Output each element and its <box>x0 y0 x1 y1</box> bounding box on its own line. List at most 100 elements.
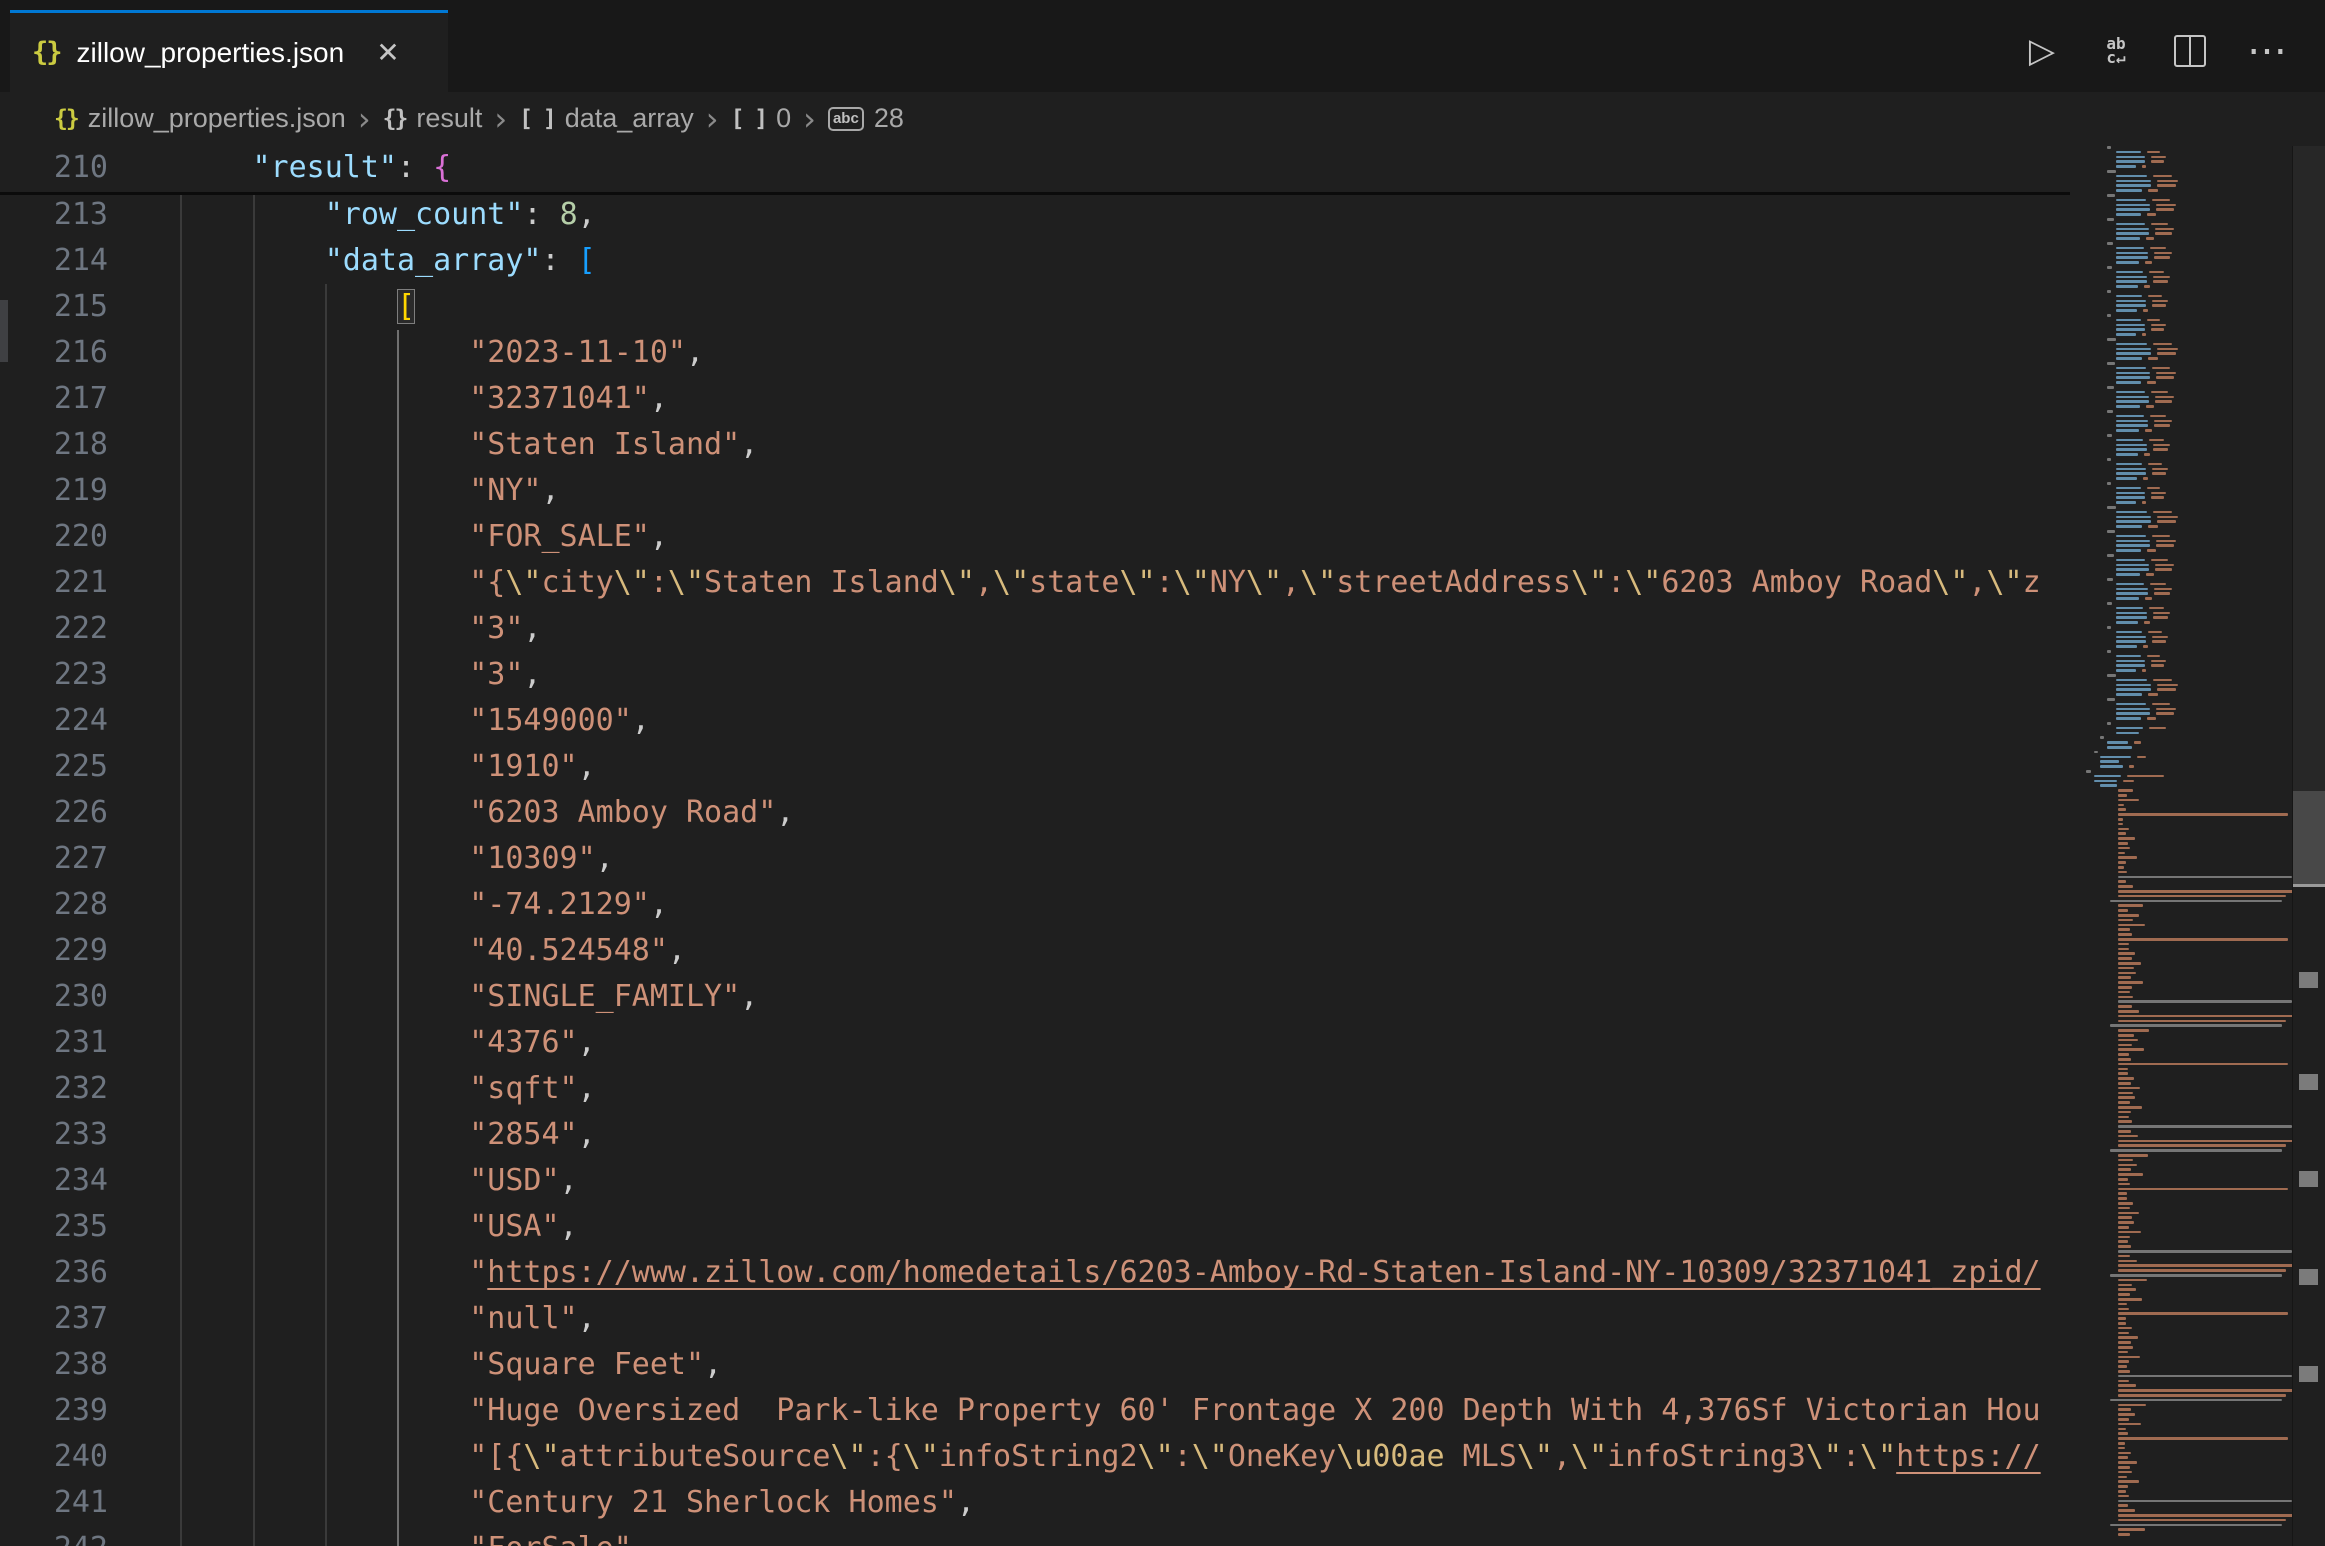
code-line-213[interactable]: 213 "row_count": 8, <box>0 192 2070 238</box>
code-line-219[interactable]: 219 "NY", <box>0 468 2070 514</box>
code-line-232[interactable]: 232 "sqft", <box>0 1066 2070 1112</box>
line-number[interactable]: 235 <box>0 1204 108 1250</box>
line-number[interactable]: 242 <box>0 1526 108 1546</box>
line-number[interactable]: 232 <box>0 1066 108 1112</box>
code-line-214[interactable]: 214 "data_array": [ <box>0 238 2070 284</box>
line-number[interactable]: 222 <box>0 606 108 652</box>
line-number[interactable]: 226 <box>0 790 108 836</box>
line-number[interactable]: 241 <box>0 1480 108 1526</box>
code-line-226[interactable]: 226 "6203 Amboy Road", <box>0 790 2070 836</box>
line-number[interactable]: 210 <box>0 145 108 191</box>
line-number[interactable]: 220 <box>0 514 108 560</box>
line-number[interactable]: 229 <box>0 928 108 974</box>
line-number[interactable]: 216 <box>0 330 108 376</box>
code-line-239[interactable]: 239 "Huge Oversized Park-like Property 6… <box>0 1388 2070 1434</box>
code-line-218[interactable]: 218 "Staten Island", <box>0 422 2070 468</box>
line-number[interactable]: 217 <box>0 376 108 422</box>
breadcrumb-item-result[interactable]: {}result <box>383 103 483 134</box>
line-number[interactable]: 225 <box>0 744 108 790</box>
split-editor-button[interactable] <box>2173 31 2207 71</box>
minimap-line <box>2107 741 2128 744</box>
sticky-scroll[interactable]: 210 "result": { <box>0 145 2070 195</box>
code-line-235[interactable]: 235 "USA", <box>0 1204 2070 1250</box>
line-number[interactable]: 214 <box>0 238 108 284</box>
chevron-right-icon: › <box>358 100 371 138</box>
minimap-line <box>2116 636 2146 639</box>
code-line-237[interactable]: 237 "null", <box>0 1296 2070 1342</box>
line-number[interactable]: 223 <box>0 652 108 698</box>
code-line-228[interactable]: 228 "-74.2129", <box>0 882 2070 928</box>
breadcrumb-item-0[interactable]: [ ]0 <box>731 103 792 134</box>
code-line-227[interactable]: 227 "10309", <box>0 836 2070 882</box>
code-line-221[interactable]: 221 "{\"city\":\"Staten Island\",\"state… <box>0 560 2070 606</box>
line-number[interactable]: 224 <box>0 698 108 744</box>
code-line-230[interactable]: 230 "SINGLE_FAMILY", <box>0 974 2070 1020</box>
code-line-238[interactable]: 238 "Square Feet", <box>0 1342 2070 1388</box>
code-line-215[interactable]: 215 [ <box>0 284 2070 330</box>
minimap-line <box>2116 592 2148 595</box>
line-number[interactable]: 218 <box>0 422 108 468</box>
close-tab-icon[interactable]: ✕ <box>376 36 399 69</box>
line-number[interactable]: 219 <box>0 468 108 514</box>
run-button[interactable]: ▷ <box>2025 31 2059 71</box>
minimap-line <box>2118 1034 2134 1037</box>
code-line-242[interactable]: 242 "ForSale" <box>0 1526 2070 1546</box>
more-actions-button[interactable]: ⋯ <box>2247 31 2289 71</box>
code-line-233[interactable]: 233 "2854", <box>0 1112 2070 1158</box>
line-number[interactable]: 237 <box>0 1296 108 1342</box>
code-line-225[interactable]: 225 "1910", <box>0 744 2070 790</box>
minimap-line <box>2116 679 2147 682</box>
minimap-line <box>2152 535 2170 538</box>
line-number[interactable]: 227 <box>0 836 108 882</box>
line-number[interactable]: 240 <box>0 1434 108 1480</box>
scrollbar-slider[interactable] <box>2293 791 2325 887</box>
line-number[interactable]: 236 <box>0 1250 108 1296</box>
line-number[interactable]: 215 <box>0 284 108 330</box>
minimap-line <box>2118 1255 2130 1258</box>
line-number[interactable]: 234 <box>0 1158 108 1204</box>
line-number[interactable]: 238 <box>0 1342 108 1388</box>
minimap-line <box>2116 544 2150 547</box>
code-line-217[interactable]: 217 "32371041", <box>0 376 2070 422</box>
code-line-210[interactable]: 210 "result": { <box>0 145 2070 191</box>
minimap-line <box>2116 160 2145 163</box>
minimap-line <box>2118 962 2141 965</box>
minimap-line <box>2151 391 2168 394</box>
code-line-236[interactable]: 236 "https://www.zillow.com/homedetails/… <box>0 1250 2070 1296</box>
code-line-223[interactable]: 223 "3", <box>0 652 2070 698</box>
url-link[interactable]: https://www.zillow.com/homedetails/6203-… <box>487 1255 2040 1290</box>
code-line-234[interactable]: 234 "USD", <box>0 1158 2070 1204</box>
line-number[interactable]: 228 <box>0 882 108 928</box>
minimap-line <box>2116 564 2149 567</box>
code-line-240[interactable]: 240 "[{\"attributeSource\":{\"infoString… <box>0 1434 2070 1480</box>
minimap-line <box>2147 319 2160 322</box>
breadcrumb-item-28[interactable]: abc28 <box>828 103 904 134</box>
line-number[interactable]: 213 <box>0 192 108 238</box>
word-wrap-button[interactable]: ab c↵ <box>2099 31 2133 71</box>
line-number[interactable]: 221 <box>0 560 108 606</box>
code-line-241[interactable]: 241 "Century 21 Sherlock Homes", <box>0 1480 2070 1526</box>
url-link[interactable]: https:// <box>1896 1439 2041 1474</box>
overview-ruler-mark <box>2299 972 2318 988</box>
line-number[interactable]: 231 <box>0 1020 108 1066</box>
minimap-line <box>2118 1298 2142 1301</box>
code-line-229[interactable]: 229 "40.524548", <box>0 928 2070 974</box>
minimap-line <box>2107 410 2113 413</box>
code-line-231[interactable]: 231 "4376", <box>0 1020 2070 1066</box>
breadcrumb-item-zillow_properties.json[interactable]: {}zillow_properties.json <box>54 103 346 134</box>
line-number[interactable]: 230 <box>0 974 108 1020</box>
minimap-line <box>2116 573 2140 576</box>
breadcrumb-item-data_array[interactable]: [ ]data_array <box>519 103 694 134</box>
code-line-222[interactable]: 222 "3", <box>0 606 2070 652</box>
minimap-line <box>2118 1245 2131 1248</box>
minimap-line <box>2116 151 2141 154</box>
minimap-line <box>2118 1260 2137 1263</box>
code-line-224[interactable]: 224 "1549000", <box>0 698 2070 744</box>
line-number[interactable]: 239 <box>0 1388 108 1434</box>
code-line-216[interactable]: 216 "2023-11-10", <box>0 330 2070 376</box>
line-number[interactable]: 233 <box>0 1112 108 1158</box>
code-area[interactable]: 213 "row_count": 8,214 "data_array": [21… <box>0 192 2070 1546</box>
code-line-220[interactable]: 220 "FOR_SALE", <box>0 514 2070 560</box>
minimap[interactable] <box>2070 146 2292 1546</box>
tab-zillow-properties-json[interactable]: {} zillow_properties.json ✕ <box>10 10 448 92</box>
